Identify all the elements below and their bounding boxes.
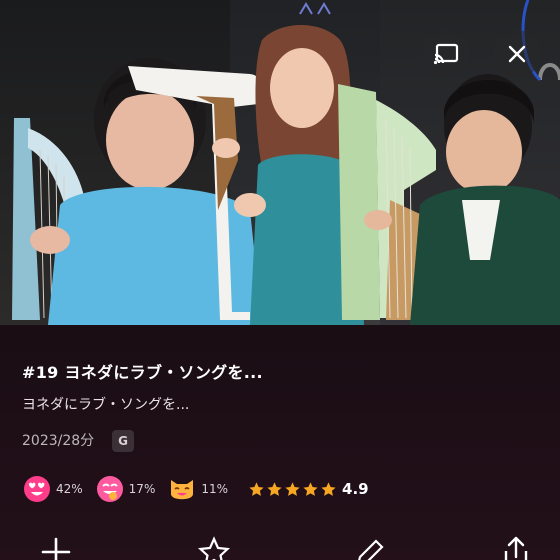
cast-icon (433, 43, 459, 65)
heart-eyes-face-icon (24, 476, 50, 502)
episode-meta: 2023/28分 (22, 433, 95, 449)
star-icon (321, 481, 336, 496)
age-rating-badge: G (112, 430, 134, 452)
episode-subtitle: ヨネダにラブ・ソングを... (22, 397, 190, 413)
star-icon (267, 481, 282, 496)
add-to-list-button[interactable] (40, 535, 72, 560)
close-icon (508, 45, 526, 63)
star-icon (303, 481, 318, 496)
share-button[interactable] (500, 535, 532, 560)
video-player[interactable] (0, 0, 560, 325)
cast-button[interactable] (422, 30, 470, 78)
share-icon (504, 536, 528, 560)
tongue-face-icon (96, 476, 123, 502)
rate-button[interactable] (196, 535, 232, 560)
review-button[interactable] (352, 535, 384, 560)
reaction-percent: 11% (201, 482, 229, 496)
video-frame-illustration (12, 0, 560, 325)
star-icon (249, 481, 264, 496)
plus-icon (41, 537, 71, 560)
star-outline-icon (197, 536, 231, 560)
star-rating: 4.9 (248, 480, 369, 498)
episode-title: #19 ヨネダにラブ・ソングを... (22, 363, 263, 382)
cat-face-icon (171, 480, 194, 500)
close-button[interactable] (493, 30, 541, 78)
rating-score: 4.9 (342, 480, 369, 498)
reaction-percent: 42% (56, 482, 83, 496)
reaction-item: 17% (95, 474, 156, 504)
reaction-summary: 42% 17% 11% 4.9 (22, 473, 369, 505)
star-icon (285, 481, 300, 496)
action-bar (0, 535, 560, 560)
reaction-item: 42% (22, 474, 83, 504)
reaction-item: 11% (167, 474, 228, 504)
reaction-percent: 17% (128, 482, 156, 496)
pencil-icon (358, 539, 384, 560)
